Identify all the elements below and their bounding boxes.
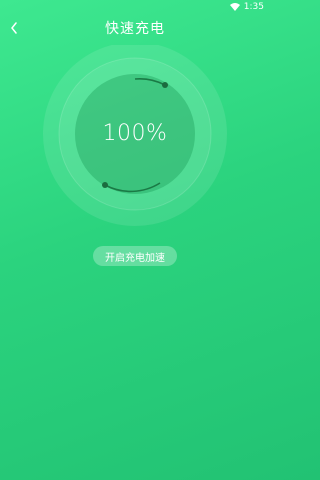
page-title: 快速充电 (105, 21, 165, 37)
dial-marker-top (162, 82, 168, 88)
charge-dial: 100% (0, 45, 270, 235)
nav-bar: 快速充电 (0, 14, 270, 42)
dial-marker-bottom (102, 182, 108, 188)
charge-accelerate-button[interactable]: 开启充电加速 (93, 246, 177, 266)
chevron-left-icon (11, 22, 17, 34)
back-button[interactable] (6, 20, 22, 36)
status-bar: 1:35 (0, 0, 270, 14)
charge-percent: 100% (102, 121, 168, 146)
status-time: 1:35 (243, 2, 264, 12)
wifi-icon (229, 3, 240, 11)
